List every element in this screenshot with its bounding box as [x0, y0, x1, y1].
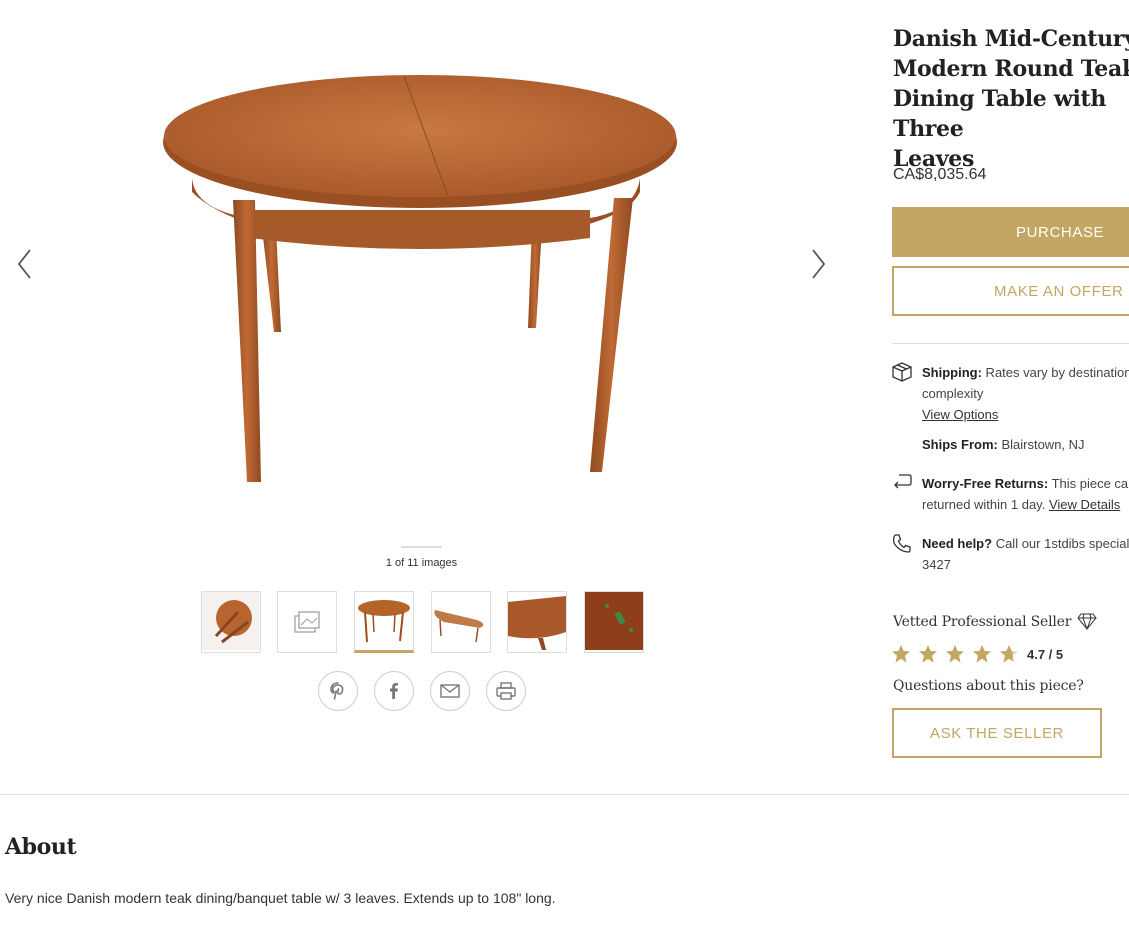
thumb-round-table[interactable] [354, 591, 414, 653]
returns-info: Worry-Free Returns: This piece can be re… [922, 473, 1129, 515]
email-icon [440, 684, 460, 698]
star-icon [973, 645, 991, 663]
about-description: Very nice Danish modern teak dining/banq… [5, 890, 556, 906]
returns-label: Worry-Free Returns: [922, 476, 1049, 491]
image-gallery-icon [278, 592, 336, 650]
shipping-box-icon [890, 360, 914, 384]
vetted-seller-badge: Vetted Professional Seller [893, 614, 1072, 630]
chevron-right-icon [812, 249, 826, 279]
about-heading: About [5, 834, 77, 860]
star-icon [919, 645, 937, 663]
view-details-link[interactable]: View Details [1049, 497, 1120, 512]
ships-from: Ships From: Blairstown, NJ [922, 434, 1129, 455]
facebook-share-button[interactable] [374, 671, 414, 711]
star-icon [946, 645, 964, 663]
phone-icon [890, 532, 914, 556]
shipping-info: Shipping: Rates vary by destination and … [922, 362, 1129, 425]
help-info: Need help? Call our 1stdibs specialist 3… [922, 533, 1129, 575]
ships-from-value: Blairstown, NJ [997, 437, 1085, 452]
next-image-arrow[interactable] [806, 246, 830, 282]
product-title: Danish Mid-Century Modern Round Teak Din… [893, 26, 1129, 172]
image-counter-bar [401, 546, 442, 548]
pinterest-share-button[interactable] [318, 671, 358, 711]
chevron-left-icon [17, 249, 31, 279]
previous-image-arrow[interactable] [13, 246, 37, 282]
thumb-table-underside[interactable] [201, 591, 261, 653]
star-partial-icon [1000, 645, 1018, 663]
main-product-image[interactable] [150, 60, 690, 500]
product-price: CA$8,035.64 [893, 166, 987, 183]
view-options-link[interactable]: View Options [922, 407, 998, 422]
print-icon [496, 682, 516, 700]
thumb-tabletop-edge[interactable] [507, 591, 567, 653]
return-arrow-icon [890, 471, 914, 495]
thumb-extended-table[interactable] [431, 591, 491, 653]
questions-prompt: Questions about this piece? [893, 678, 1084, 694]
purchase-button[interactable]: PURCHASE [892, 207, 1129, 257]
thumb-gallery-placeholder[interactable] [277, 591, 337, 653]
make-offer-button[interactable]: MAKE AN OFFER [892, 266, 1129, 316]
ships-from-label: Ships From: [922, 437, 998, 452]
print-button[interactable] [486, 671, 526, 711]
thumb-tabletop-detail[interactable] [584, 591, 644, 653]
ask-seller-button[interactable]: ASK THE SELLER [892, 708, 1102, 758]
email-share-button[interactable] [430, 671, 470, 711]
image-counter: 1 of 11 images [385, 557, 458, 569]
diamond-icon [1077, 613, 1097, 631]
divider [892, 343, 1129, 344]
help-label: Need help? [922, 536, 993, 551]
section-divider [0, 794, 1129, 795]
star-icon [892, 645, 910, 663]
shipping-label: Shipping: [922, 365, 982, 380]
facebook-icon [390, 683, 398, 699]
seller-rating-value: 4.7 / 5 [1027, 647, 1064, 662]
pinterest-icon [330, 682, 344, 700]
